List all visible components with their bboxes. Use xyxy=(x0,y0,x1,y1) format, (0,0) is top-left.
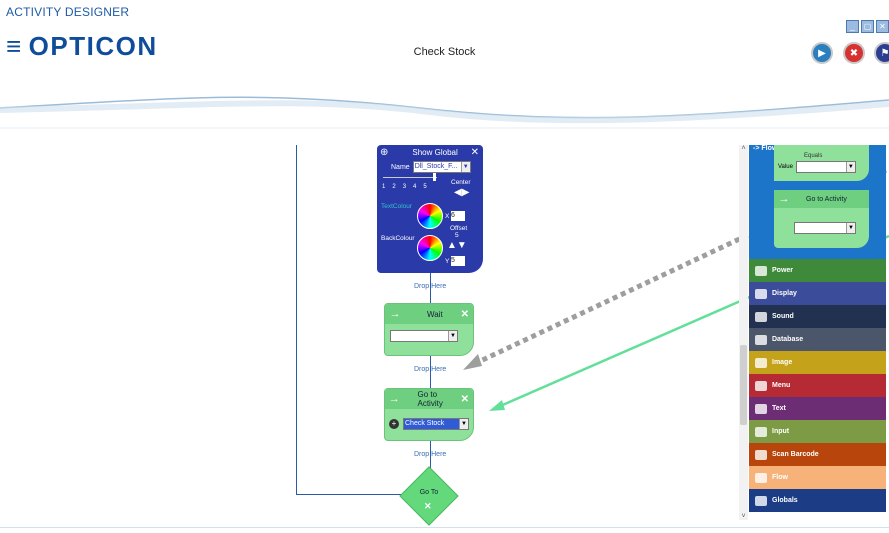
flow-icon xyxy=(755,472,767,483)
input-icon xyxy=(755,426,767,437)
category-power[interactable]: Power xyxy=(749,259,886,282)
block-title: Go to Activity xyxy=(806,195,847,203)
chevron-down-icon: ▼ xyxy=(846,223,855,233)
palette-scrollbar[interactable]: ˄ ˅ xyxy=(739,145,748,520)
category-globals[interactable]: Globals xyxy=(749,489,886,512)
category-scan-barcode[interactable]: Scan Barcode xyxy=(749,443,886,466)
category-menu[interactable]: Menu xyxy=(749,374,886,397)
category-label: Sound xyxy=(772,313,794,320)
category-label: Text xyxy=(772,405,786,412)
category-database[interactable]: Database xyxy=(749,328,886,351)
database-icon xyxy=(755,334,767,345)
text-icon xyxy=(755,403,767,414)
flow-arrow-icon: → xyxy=(778,193,790,205)
sound-icon xyxy=(755,311,767,322)
canvas-bottom-border xyxy=(0,527,889,528)
category-sound[interactable]: Sound xyxy=(749,305,886,328)
equals-label: Equals xyxy=(804,153,823,159)
category-label: Menu xyxy=(772,382,791,389)
category-input[interactable]: Input xyxy=(749,420,886,443)
scan-barcode-icon xyxy=(755,449,767,460)
category-label: Display xyxy=(772,290,797,297)
category-label: Image xyxy=(772,359,793,366)
globals-icon xyxy=(755,495,767,506)
block-palette: -> Flow Equals Value ▼ → Go to Activity ▼ … xyxy=(749,145,886,520)
activity-select[interactable]: ▼ xyxy=(794,222,856,234)
category-label: Database xyxy=(772,336,804,343)
value-label: Value xyxy=(778,164,793,170)
category-label: Input xyxy=(772,428,790,435)
compare-block-preview[interactable]: Equals Value ▼ xyxy=(774,145,869,181)
flow-palette-panel: -> Flow Equals Value ▼ → Go to Activity ▼ xyxy=(749,145,886,259)
menu-icon xyxy=(755,380,767,391)
image-icon xyxy=(755,357,767,368)
category-label: Scan Barcode xyxy=(772,451,819,458)
value-select[interactable]: ▼ xyxy=(795,161,856,173)
category-list: Power Display Sound Database Image Menu Text In… xyxy=(749,259,886,512)
display-icon xyxy=(755,288,767,299)
go-to-activity-preview[interactable]: → Go to Activity ▼ xyxy=(774,190,869,248)
category-display[interactable]: Display xyxy=(749,282,886,305)
category-text[interactable]: Text xyxy=(749,397,886,420)
category-image[interactable]: Image xyxy=(749,351,886,374)
category-label: Power xyxy=(772,267,794,274)
category-label: Flow xyxy=(772,474,788,481)
category-label: Globals xyxy=(772,497,798,504)
power-icon xyxy=(755,265,767,276)
category-flow[interactable]: Flow xyxy=(749,466,886,489)
chevron-down-icon: ▼ xyxy=(845,162,855,172)
